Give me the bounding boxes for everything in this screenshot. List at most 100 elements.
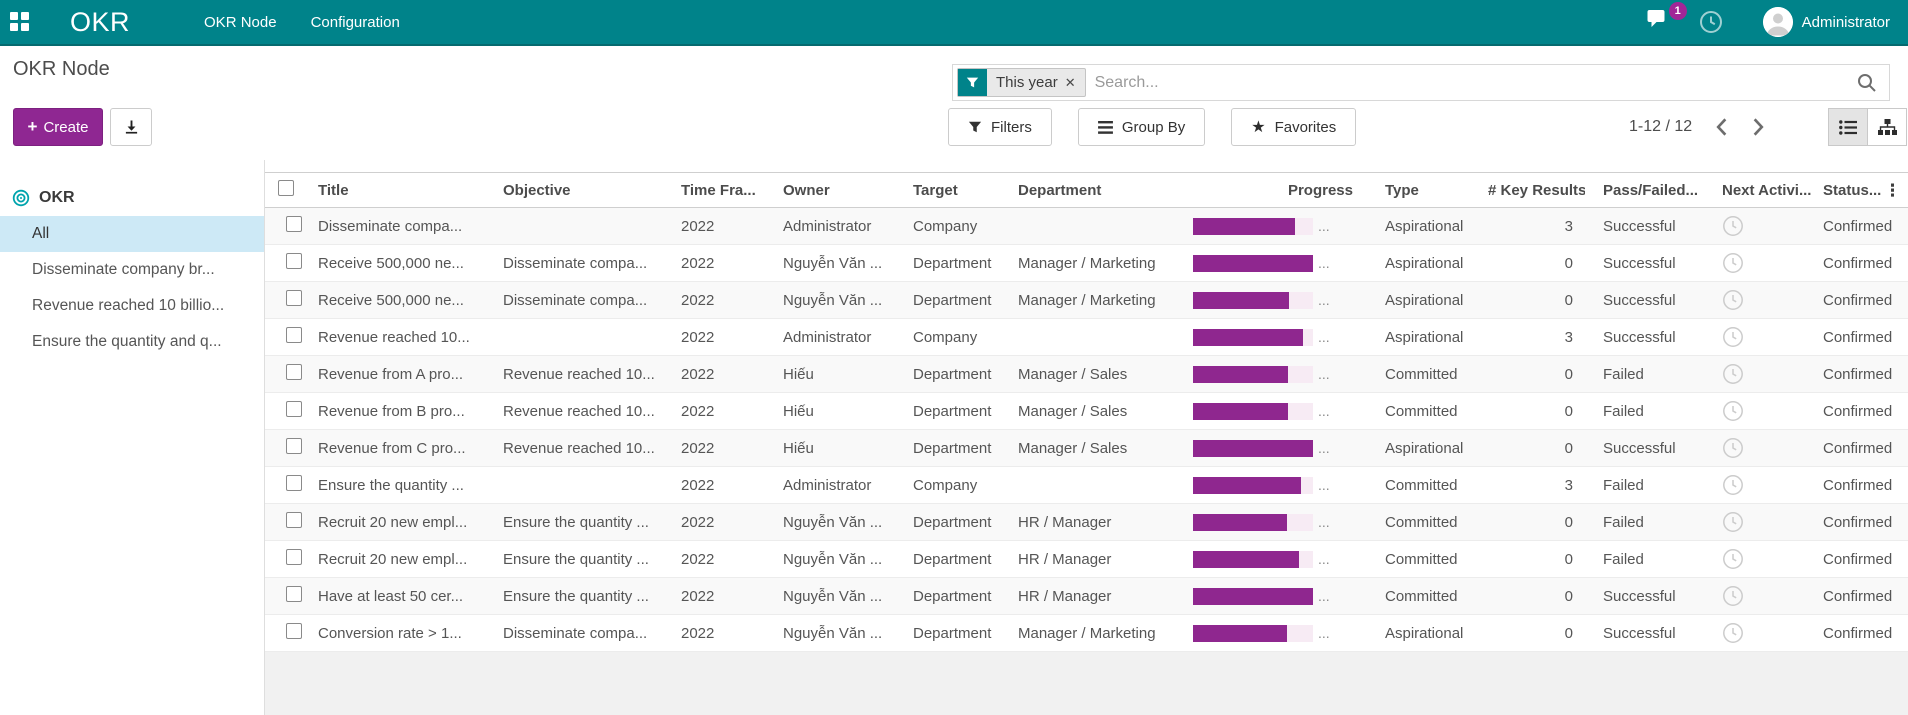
group-by-button[interactable]: Group By xyxy=(1077,108,1206,146)
next-activity-clock-icon[interactable] xyxy=(1722,215,1744,237)
sidebar-tree: All Disseminate company br... Revenue re… xyxy=(0,216,264,360)
header-target[interactable]: Target xyxy=(905,182,1010,199)
search-input[interactable] xyxy=(1094,73,1857,92)
header-department[interactable]: Department xyxy=(1010,182,1185,199)
progress-fill xyxy=(1193,624,1287,642)
cell-status: Confirmed xyxy=(1823,254,1893,272)
progress-truncated-text: ... xyxy=(1318,625,1330,641)
row-checkbox[interactable] xyxy=(286,253,302,269)
progress-truncated-text: ... xyxy=(1318,551,1330,567)
messages-icon[interactable]: 1 xyxy=(1647,1,1687,36)
list-view-button[interactable] xyxy=(1828,108,1868,146)
app-brand[interactable]: OKR xyxy=(70,7,130,38)
cell-pass-failed: Failed xyxy=(1603,402,1644,420)
cell-status: Confirmed xyxy=(1823,587,1893,605)
menu-okr-node[interactable]: OKR Node xyxy=(200,8,281,37)
next-activity-clock-icon[interactable] xyxy=(1722,289,1744,311)
next-activity-clock-icon[interactable] xyxy=(1722,326,1744,348)
next-activity-clock-icon[interactable] xyxy=(1722,400,1744,422)
column-options-icon[interactable]: ⋮ xyxy=(1880,173,1905,209)
next-activity-clock-icon[interactable] xyxy=(1722,363,1744,385)
row-checkbox[interactable] xyxy=(286,623,302,639)
progress-truncated-text: ... xyxy=(1318,218,1330,234)
sidebar-item-label: All xyxy=(32,225,50,242)
filters-button[interactable]: Filters xyxy=(948,108,1052,146)
table-row[interactable]: Recruit 20 new empl... Ensure the quanti… xyxy=(265,504,1908,541)
page-title: OKR Node xyxy=(13,58,110,80)
header-key-results[interactable]: # Key Results xyxy=(1480,182,1585,199)
row-checkbox[interactable] xyxy=(286,364,302,380)
avatar[interactable] xyxy=(1762,7,1793,37)
row-checkbox[interactable] xyxy=(286,512,302,528)
progress-truncated-text: ... xyxy=(1318,255,1330,271)
pager-prev-icon[interactable] xyxy=(1716,118,1727,136)
header-next-activity[interactable]: Next Activi... xyxy=(1700,182,1815,199)
cell-pass-failed: Successful xyxy=(1603,217,1676,235)
row-checkbox[interactable] xyxy=(286,290,302,306)
table-row[interactable]: Conversion rate > 1... Disseminate compa… xyxy=(265,615,1908,652)
search-icon[interactable] xyxy=(1857,73,1876,92)
sidebar-item[interactable]: All xyxy=(0,216,264,252)
select-all-checkbox[interactable] xyxy=(278,180,294,196)
cell-department: Manager / Sales xyxy=(1018,439,1128,457)
header-progress[interactable]: Progress xyxy=(1185,182,1365,199)
sidebar-item[interactable]: Disseminate company br... xyxy=(0,252,264,288)
user-menu[interactable]: Administrator xyxy=(1802,14,1890,31)
next-activity-clock-icon[interactable] xyxy=(1722,437,1744,459)
header-pass-failed[interactable]: Pass/Failed... xyxy=(1585,182,1700,199)
table-row[interactable]: Revenue from C pro... Revenue reached 10… xyxy=(265,430,1908,467)
row-checkbox[interactable] xyxy=(286,438,302,454)
activities-icon[interactable] xyxy=(1699,10,1723,34)
table-row[interactable]: Revenue reached 10... 2022 Administrator… xyxy=(265,319,1908,356)
header-time-frame[interactable]: Time Fra... xyxy=(673,182,775,199)
list-view-icon xyxy=(1839,119,1857,135)
row-checkbox[interactable] xyxy=(286,549,302,565)
next-activity-clock-icon[interactable] xyxy=(1722,252,1744,274)
cell-progress: ... xyxy=(1185,217,1365,235)
table-row[interactable]: Receive 500,000 ne... Disseminate compa.… xyxy=(265,245,1908,282)
cell-target: Department xyxy=(913,291,992,309)
top-navbar: OKR OKR Node Configuration 1 Administrat… xyxy=(0,0,1908,46)
row-checkbox[interactable] xyxy=(286,586,302,602)
row-checkbox[interactable] xyxy=(286,475,302,491)
sidebar-item[interactable]: Revenue reached 10 billio... xyxy=(0,288,264,324)
next-activity-clock-icon[interactable] xyxy=(1722,474,1744,496)
progress-fill xyxy=(1193,439,1313,457)
progress-truncated-text: ... xyxy=(1318,514,1330,530)
table-row[interactable]: Receive 500,000 ne... Disseminate compa.… xyxy=(265,282,1908,319)
cell-next-activity xyxy=(1700,326,1815,348)
row-checkbox[interactable] xyxy=(286,327,302,343)
row-checkbox[interactable] xyxy=(286,401,302,417)
sidebar-item[interactable]: Ensure the quantity and q... xyxy=(0,324,264,360)
star-icon: ★ xyxy=(1251,119,1266,136)
header-objective[interactable]: Objective xyxy=(495,182,673,199)
header-type[interactable]: Type xyxy=(1365,182,1480,199)
next-activity-clock-icon[interactable] xyxy=(1722,622,1744,644)
menu-configuration[interactable]: Configuration xyxy=(307,8,404,37)
next-activity-clock-icon[interactable] xyxy=(1722,548,1744,570)
favorites-button[interactable]: ★ Favorites xyxy=(1231,108,1357,146)
apps-menu-icon[interactable] xyxy=(10,12,30,32)
sidebar-root-okr[interactable]: OKR xyxy=(0,180,264,216)
create-button[interactable]: + Create xyxy=(13,108,103,146)
row-checkbox[interactable] xyxy=(286,216,302,232)
cell-next-activity xyxy=(1700,585,1815,607)
table-row[interactable]: Have at least 50 cer... Ensure the quant… xyxy=(265,578,1908,615)
next-activity-clock-icon[interactable] xyxy=(1722,585,1744,607)
header-owner[interactable]: Owner xyxy=(775,182,905,199)
export-button[interactable] xyxy=(110,108,152,146)
cell-time-frame: 2022 xyxy=(681,624,715,642)
table-row[interactable]: Revenue from A pro... Revenue reached 10… xyxy=(265,356,1908,393)
progress-bar xyxy=(1193,439,1313,457)
table-row[interactable]: Disseminate compa... 2022 Administrator … xyxy=(265,208,1908,245)
table-row[interactable]: Ensure the quantity ... 2022 Administrat… xyxy=(265,467,1908,504)
table-row[interactable]: Recruit 20 new empl... Ensure the quanti… xyxy=(265,541,1908,578)
okr-app-window: OKR OKR Node Configuration 1 Administrat… xyxy=(0,0,1908,715)
header-title[interactable]: Title xyxy=(310,182,495,199)
facet-remove-icon[interactable]: ✕ xyxy=(1065,69,1085,96)
pager-next-icon[interactable] xyxy=(1753,118,1764,136)
hierarchy-view-button[interactable] xyxy=(1867,108,1907,146)
table-row[interactable]: Revenue from B pro... Revenue reached 10… xyxy=(265,393,1908,430)
next-activity-clock-icon[interactable] xyxy=(1722,511,1744,533)
cell-time-frame: 2022 xyxy=(681,439,715,457)
